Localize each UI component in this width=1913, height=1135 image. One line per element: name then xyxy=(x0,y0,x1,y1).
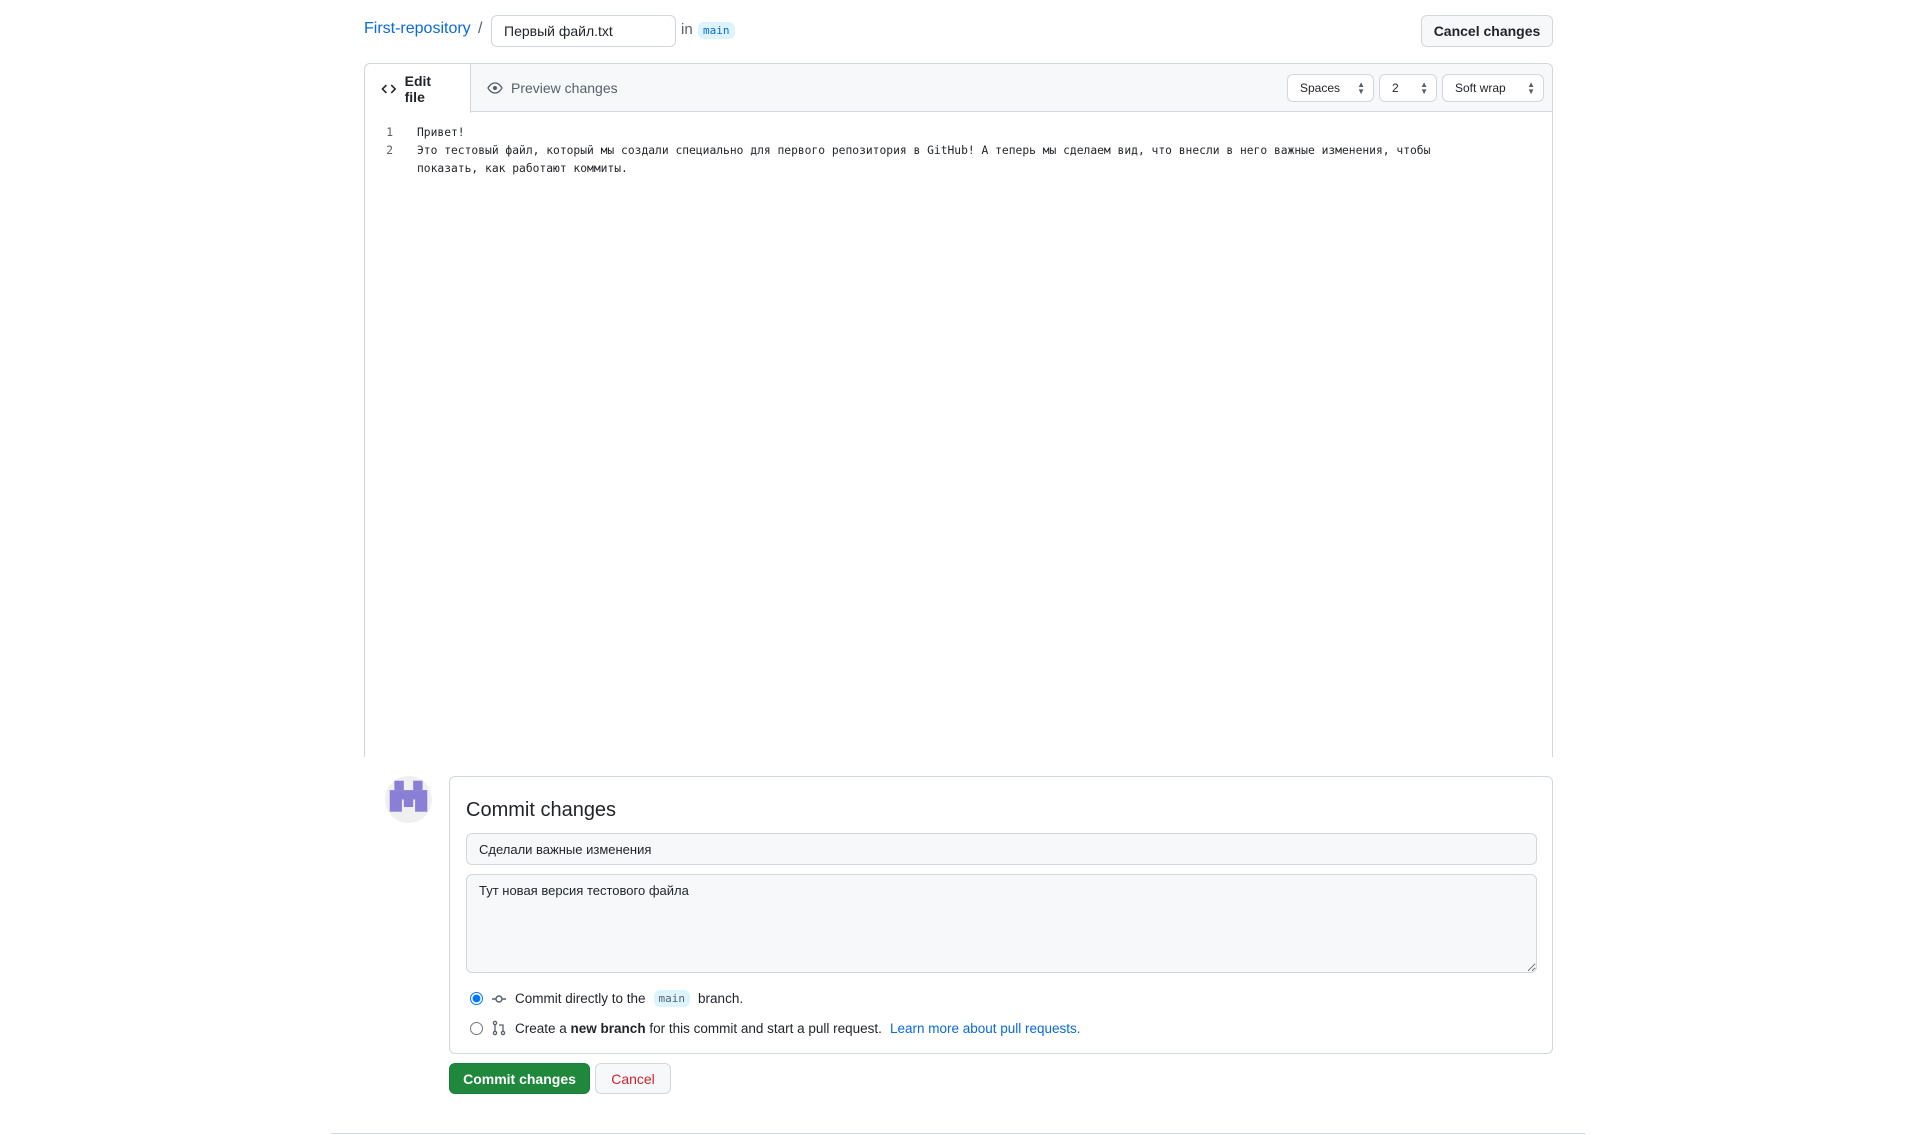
code-icon xyxy=(381,84,397,93)
repo-link[interactable]: First-repository xyxy=(364,20,471,38)
tab-label: Preview changes xyxy=(511,80,618,96)
git-pull-request-icon xyxy=(492,1020,506,1036)
branch-badge: main xyxy=(698,22,735,39)
new-branch-option[interactable]: Create a new branch for this commit and … xyxy=(470,1020,1081,1036)
filename-input[interactable] xyxy=(491,15,676,47)
code-line: 2 Это тестовый файл, который мы создали с… xyxy=(365,142,1552,178)
commit-summary-input[interactable] xyxy=(466,833,1537,865)
commit-description-textarea[interactable]: Тут новая версия тестового файла xyxy=(466,874,1537,973)
wrap-mode-select[interactable]: Soft wrap ▲ ▼ xyxy=(1442,74,1544,102)
pull-requests-help-link[interactable]: Learn more about pull requests. xyxy=(890,1021,1081,1036)
branch-badge: main xyxy=(653,990,691,1007)
line-text: Привет! xyxy=(417,126,465,139)
sort-arrows-icon: ▲ ▼ xyxy=(1357,80,1365,96)
option-text: branch. xyxy=(698,991,744,1006)
new-branch-radio[interactable] xyxy=(470,1021,483,1035)
indent-size-select[interactable]: 2 ▲ ▼ xyxy=(1379,74,1437,102)
cancel-button[interactable]: Cancel xyxy=(595,1063,671,1094)
editor-header: Edit file Preview changes Spaces ▲ ▼ 2 ▲ ▼ S… xyxy=(365,64,1552,113)
commit-title: Commit changes xyxy=(466,799,617,821)
git-commit-icon xyxy=(492,994,506,1003)
line-number: 1 xyxy=(386,126,393,139)
footer-divider xyxy=(331,1133,1585,1134)
code-area[interactable]: 1 Привет! 2 Это тестовый файл, который мы … xyxy=(365,124,1552,178)
avatar xyxy=(385,776,432,823)
file-editor: Edit file Preview changes Spaces ▲ ▼ 2 ▲ ▼ S… xyxy=(364,63,1553,757)
option-text: Create a new branch for this commit and … xyxy=(515,1020,882,1036)
tab-preview-changes[interactable]: Preview changes xyxy=(471,64,634,112)
sort-arrows-icon: ▲ ▼ xyxy=(1527,80,1535,96)
commit-form: Commit changes Тут новая версия тестовог… xyxy=(449,776,1553,1054)
tab-label: Edit file xyxy=(404,72,432,105)
line-number: 2 xyxy=(386,144,393,157)
commit-changes-button[interactable]: Commit changes xyxy=(449,1063,590,1094)
breadcrumb-separator: / xyxy=(478,20,483,37)
sort-arrows-icon: ▲ ▼ xyxy=(1420,80,1428,96)
option-text: Commit directly to the xyxy=(515,991,646,1006)
tab-edit-file[interactable]: Edit file xyxy=(365,64,471,113)
line-text: Это тестовый файл, который мы создали сп… xyxy=(417,144,1438,175)
indent-mode-select[interactable]: Spaces ▲ ▼ xyxy=(1287,74,1374,102)
commit-direct-radio[interactable] xyxy=(470,992,483,1005)
commit-direct-option[interactable]: Commit directly to the main branch. xyxy=(470,990,743,1007)
select-value: 2 xyxy=(1392,81,1399,95)
cancel-changes-button[interactable]: Cancel changes xyxy=(1421,15,1553,47)
select-value: Soft wrap xyxy=(1455,81,1506,95)
code-line: 1 Привет! xyxy=(365,124,1552,142)
eye-icon xyxy=(487,82,503,94)
in-label: in xyxy=(681,21,693,38)
select-value: Spaces xyxy=(1300,81,1341,95)
